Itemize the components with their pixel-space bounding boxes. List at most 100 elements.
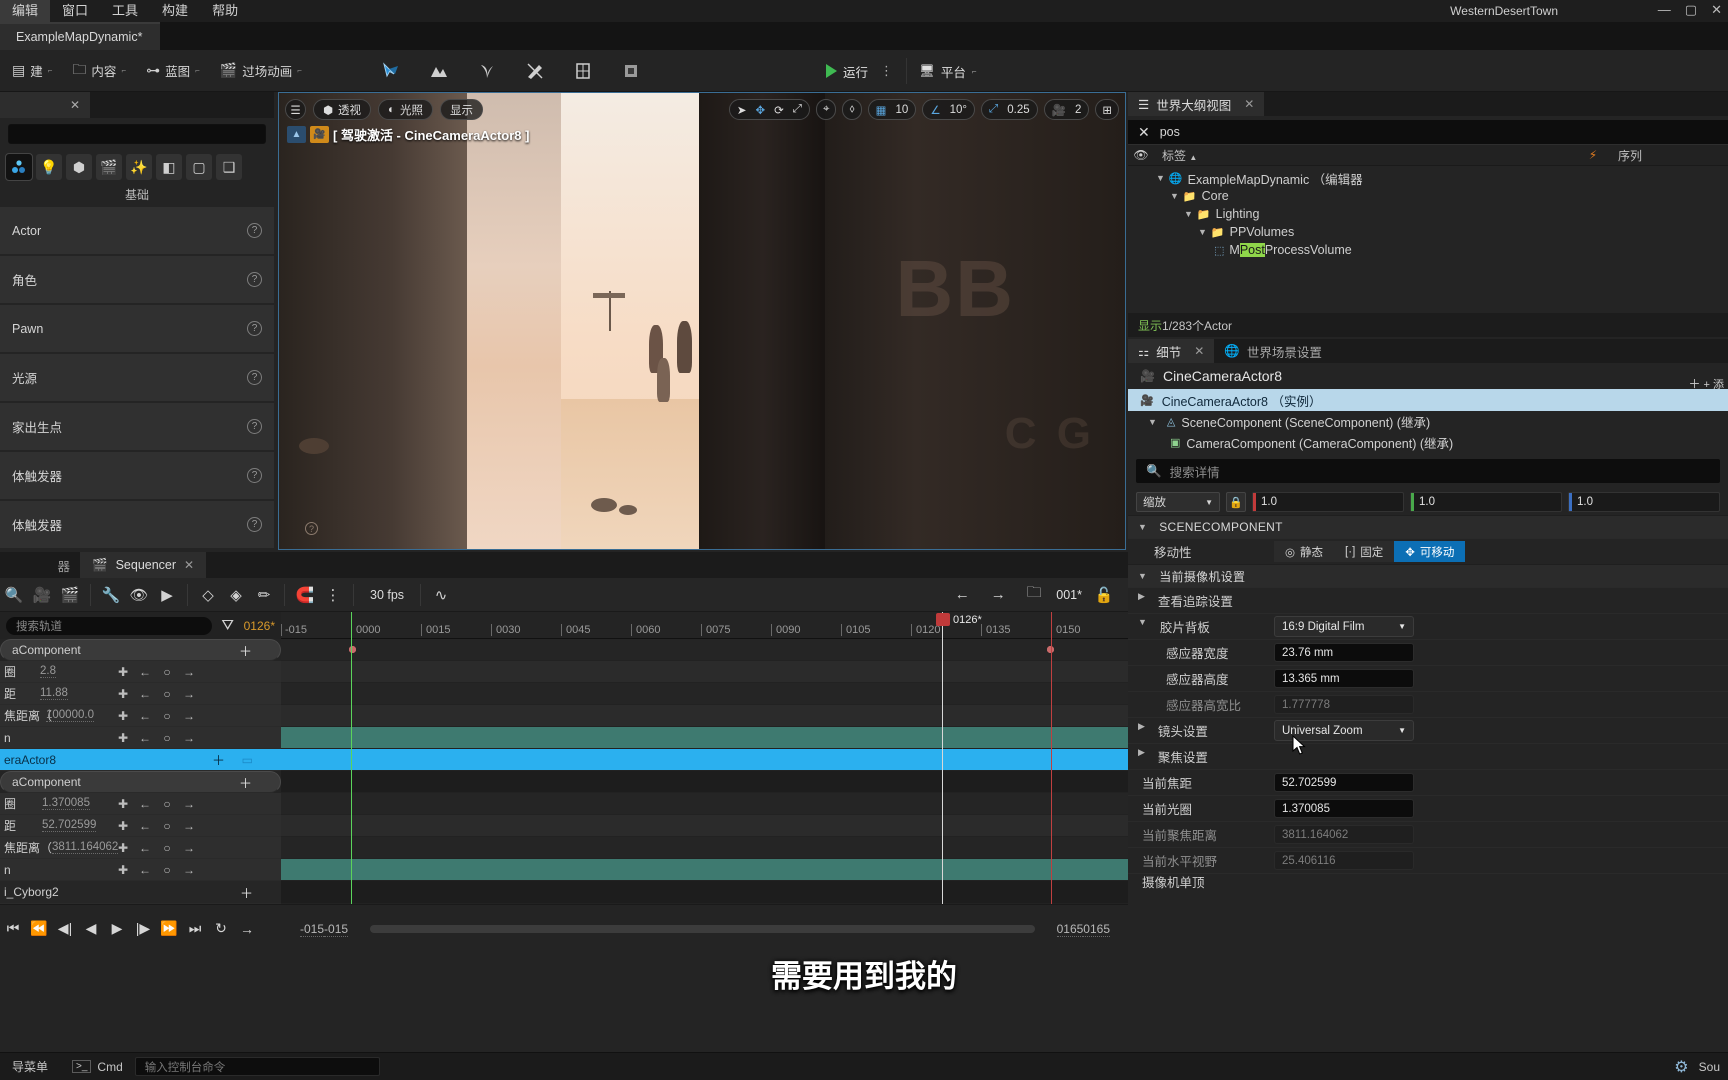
pencil-icon[interactable]: ✏ bbox=[250, 581, 278, 609]
set-key-icon[interactable]: ○ bbox=[156, 859, 178, 881]
timeline-row[interactable] bbox=[281, 727, 1128, 749]
clapperboard-icon[interactable]: 🎬 bbox=[56, 581, 84, 609]
prev-key-icon[interactable]: ← bbox=[134, 837, 156, 859]
tab-example-map-dynamic[interactable]: ExampleMapDynamic* bbox=[0, 22, 160, 50]
close-icon[interactable]: ✕ bbox=[1194, 344, 1204, 358]
outliner-search-input[interactable]: ✕ pos bbox=[1128, 120, 1728, 144]
range-start[interactable]: -015 bbox=[300, 922, 325, 937]
close-icon[interactable]: ✕ bbox=[1711, 2, 1722, 18]
track-row[interactable]: n ✚ ← ○ → bbox=[0, 859, 281, 881]
track-row-selected[interactable]: eraActor8 ＋ ▭ bbox=[0, 749, 281, 771]
wrench-icon[interactable]: 🔧 bbox=[97, 581, 125, 609]
cinematic-icon[interactable]: 🎬 bbox=[96, 154, 122, 180]
list-item[interactable]: 家出生点 ? bbox=[0, 403, 274, 450]
track-search-input[interactable]: 搜索轨道 bbox=[6, 616, 212, 635]
toolbar-blueprint-button[interactable]: ⊶ 蓝图 ⌐ bbox=[138, 57, 208, 84]
add-track-icon[interactable]: ＋ bbox=[212, 750, 225, 769]
timeline-row[interactable] bbox=[281, 771, 1128, 793]
cine-camera-icon[interactable]: 🎥 bbox=[310, 126, 329, 143]
set-key-icon[interactable]: ○ bbox=[156, 661, 178, 683]
help-icon[interactable]: ? bbox=[305, 522, 318, 535]
jump-to-start-icon[interactable]: ⏮ bbox=[0, 914, 26, 944]
help-icon[interactable]: ? bbox=[247, 370, 262, 385]
add-key-icon[interactable]: ＋ bbox=[239, 773, 252, 792]
basic-icon[interactable] bbox=[5, 153, 33, 181]
camera-cut-icon[interactable]: ▭ bbox=[242, 753, 253, 767]
track-row[interactable]: 距 52.702599 ✚ ← ○ → bbox=[0, 815, 281, 837]
toolbar-cinematics-button[interactable]: 🎬 过场动画 ⌐ bbox=[212, 57, 310, 84]
timeline-row-selected[interactable] bbox=[281, 749, 1128, 771]
track-row[interactable]: 焦距离（ 100000.0 ✚ ← ○ → bbox=[0, 705, 281, 727]
magnet-icon[interactable]: 🧲 bbox=[291, 581, 319, 609]
add-key-icon[interactable]: ＋ bbox=[239, 641, 252, 660]
viewport-layout-icon[interactable]: ⊞ bbox=[1095, 99, 1119, 120]
list-item[interactable]: 体触发器 ? bbox=[0, 452, 274, 499]
track-row[interactable]: n ✚ ← ○ → bbox=[0, 727, 281, 749]
sequencer-prev-tab[interactable]: 器 bbox=[0, 552, 80, 578]
fps-dropdown[interactable]: 30 fps bbox=[360, 588, 414, 602]
next-key-icon[interactable]: → bbox=[178, 727, 200, 749]
menu-item-edit[interactable]: 编辑 bbox=[0, 0, 51, 22]
prev-key-icon[interactable]: ← bbox=[134, 815, 156, 837]
chevron-right-icon[interactable]: ▶ bbox=[1138, 721, 1145, 740]
tab-world-settings[interactable]: 🌐 世界场景设置 bbox=[1214, 339, 1332, 363]
next-key-icon[interactable]: → bbox=[178, 815, 200, 837]
add-key-icon[interactable]: ✚ bbox=[112, 859, 134, 881]
key-interp-icon[interactable]: ◈ bbox=[222, 581, 250, 609]
sensor-height-input[interactable]: 13.365 mm bbox=[1274, 669, 1414, 688]
chevron-down-icon[interactable]: ▼ bbox=[1138, 571, 1147, 581]
set-key-icon[interactable]: ○ bbox=[156, 815, 178, 837]
property-row-focus-settings[interactable]: ▶ 聚焦设置 bbox=[1128, 743, 1728, 769]
menu-item-help[interactable]: 帮助 bbox=[200, 0, 250, 22]
add-key-icon[interactable]: ✚ bbox=[112, 661, 134, 683]
range-end[interactable]: 0165 bbox=[1056, 922, 1084, 937]
component-row-instance[interactable]: 🎥 CineCameraActor8 （实例） bbox=[1128, 389, 1728, 411]
timeline-row[interactable] bbox=[281, 646, 1128, 859]
source-control-icon[interactable]: ⚙ bbox=[1674, 1057, 1688, 1077]
close-icon[interactable]: ✕ bbox=[1244, 97, 1254, 111]
track-row[interactable]: aComponent ＋ bbox=[0, 639, 281, 661]
curve-editor-icon[interactable]: ∿ bbox=[427, 581, 455, 609]
scale-x-field[interactable]: 1.0 bbox=[1252, 492, 1404, 512]
prev-key-icon[interactable]: ← bbox=[134, 727, 156, 749]
toolbar-save-button[interactable]: ▤ 建 ⌐ bbox=[4, 57, 60, 84]
nav-back-icon[interactable]: ← bbox=[948, 581, 976, 609]
nav-forward-icon[interactable]: → bbox=[984, 581, 1012, 609]
list-item[interactable]: 体触发器 ? bbox=[0, 501, 274, 548]
timeline-row[interactable] bbox=[281, 646, 1128, 815]
details-search-input[interactable]: 🔍 搜索详情 bbox=[1136, 459, 1720, 483]
camera-speed-group[interactable]: 🎥 2 bbox=[1043, 99, 1090, 120]
outliner-col-label[interactable]: 标签 ▲ bbox=[1154, 147, 1578, 164]
sequencer-timeline[interactable]: -015 0000 0015 0030 0045 0060 0075 0090 bbox=[281, 612, 1128, 904]
list-item[interactable]: Pawn ? bbox=[0, 305, 274, 352]
platform-button[interactable]: 🖥 平台 ⌐ bbox=[919, 62, 977, 81]
component-row-camera[interactable]: ▣ CameraComponent (CameraComponent) (继承) bbox=[1128, 432, 1728, 453]
grid-snap-group[interactable]: ▦ 10 bbox=[867, 99, 917, 120]
forward-icon[interactable]: → bbox=[234, 914, 260, 944]
chevron-down-icon[interactable]: ▼ bbox=[1156, 173, 1165, 183]
menu-item-window[interactable]: 窗口 bbox=[50, 0, 100, 22]
track-value[interactable]: 1.370085 bbox=[42, 797, 90, 810]
hamburger-icon[interactable]: ☰ bbox=[285, 99, 306, 120]
coordinate-system-icon[interactable]: ⌖ bbox=[815, 99, 837, 120]
timeline-scrollbar[interactable] bbox=[370, 925, 1035, 933]
timeline-row[interactable] bbox=[281, 646, 1128, 837]
add-key-icon[interactable]: ✚ bbox=[112, 727, 134, 749]
track-value[interactable]: 100000.0 bbox=[46, 709, 94, 722]
minimize-icon[interactable]: — bbox=[1658, 2, 1671, 18]
brush-edit-icon[interactable] bbox=[618, 58, 644, 84]
playhead-line[interactable] bbox=[942, 612, 943, 904]
place-actors-tab[interactable]: ✕ bbox=[0, 92, 90, 118]
add-key-icon[interactable]: ✚ bbox=[112, 815, 134, 837]
list-item[interactable]: Actor ? bbox=[0, 207, 274, 254]
help-icon[interactable]: ? bbox=[247, 321, 262, 336]
rotate-tool-icon[interactable]: ⟳ bbox=[774, 103, 784, 117]
sensor-width-input[interactable]: 23.76 mm bbox=[1274, 643, 1414, 662]
timeline-row[interactable] bbox=[281, 859, 1128, 881]
track-row[interactable]: 圈 2.8 ✚ ← ○ → bbox=[0, 661, 281, 683]
next-key-icon[interactable]: → bbox=[178, 859, 200, 881]
category-camera-settings[interactable]: ▼ 当前摄像机设置 bbox=[1128, 564, 1728, 587]
prev-key-icon[interactable]: ← bbox=[134, 859, 156, 881]
maximize-icon[interactable]: ▢ bbox=[1685, 2, 1697, 18]
menu-item-tools[interactable]: 工具 bbox=[100, 0, 150, 22]
